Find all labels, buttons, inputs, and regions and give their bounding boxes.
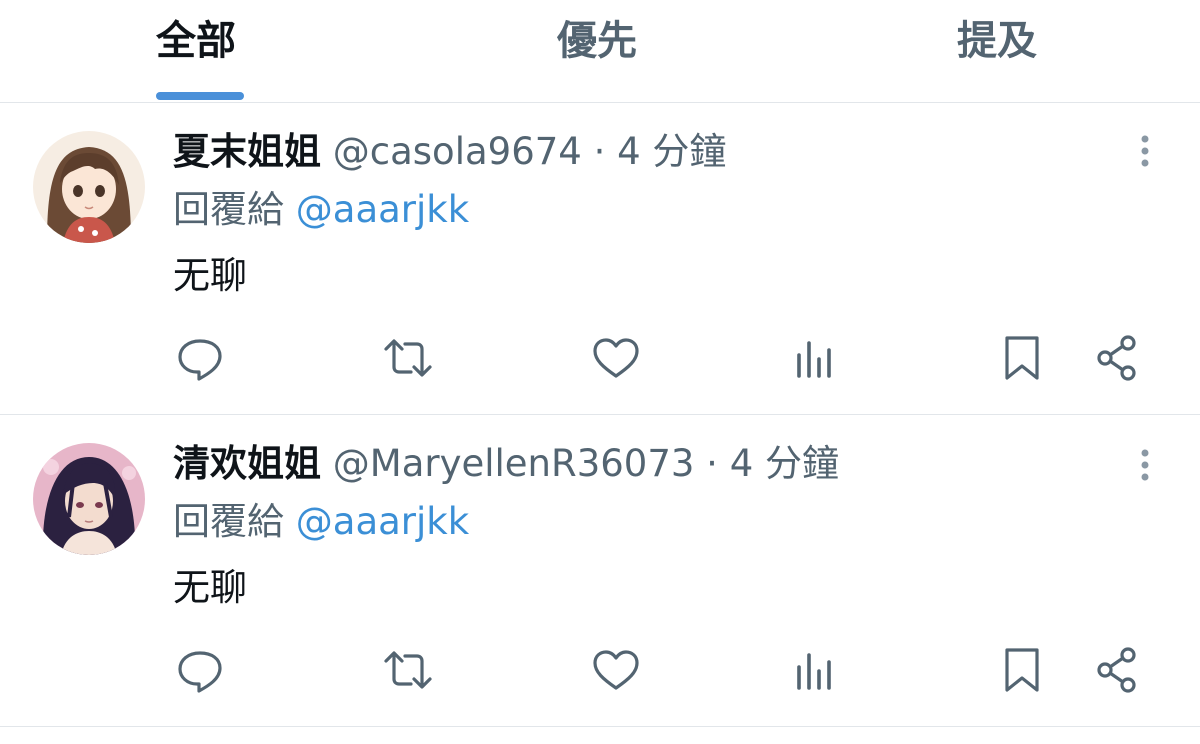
tweet-text: 无聊 (173, 566, 247, 609)
bookmark-icon[interactable] (997, 333, 1047, 383)
retweet-icon[interactable] (383, 333, 433, 383)
share-icon[interactable] (1092, 645, 1142, 695)
tab-priority[interactable]: 優先 (557, 16, 637, 66)
reply-icon[interactable] (175, 645, 225, 695)
user-handle[interactable]: @MaryellenR36073 (333, 442, 695, 485)
avatar[interactable] (33, 443, 145, 555)
like-icon[interactable] (591, 645, 641, 695)
more-options-icon[interactable] (1130, 445, 1160, 485)
tweet-item[interactable]: 清欢姐姐 @MaryellenR36073 · 4 分鐘 回覆給 @aaarjk… (0, 415, 1200, 727)
reply-mention[interactable]: @aaarjkk (296, 188, 469, 231)
share-icon[interactable] (1092, 333, 1142, 383)
tweet-header: 清欢姐姐 @MaryellenR36073 · 4 分鐘 (173, 441, 839, 487)
more-options-icon[interactable] (1130, 131, 1160, 171)
user-handle[interactable]: @casola9674 (333, 130, 582, 173)
separator: · (581, 130, 618, 173)
anime-girl-avatar-icon (33, 131, 145, 243)
display-name[interactable]: 清欢姐姐 (173, 442, 321, 485)
like-icon[interactable] (591, 333, 641, 383)
reply-icon[interactable] (175, 333, 225, 383)
tab-all[interactable]: 全部 (156, 16, 236, 66)
views-icon[interactable] (790, 645, 840, 695)
timestamp[interactable]: 4 分鐘 (730, 442, 839, 485)
views-icon[interactable] (790, 333, 840, 383)
reply-mention[interactable]: @aaarjkk (296, 500, 469, 543)
tweet-header: 夏末姐姐 @casola9674 · 4 分鐘 (173, 129, 726, 175)
avatar[interactable] (33, 131, 145, 243)
reply-prefix: 回覆給 (173, 500, 284, 543)
separator: · (694, 442, 730, 485)
tweet-item[interactable]: 夏末姐姐 @casola9674 · 4 分鐘 回覆給 @aaarjkk 无聊 (0, 103, 1200, 415)
notification-tabs: 全部 優先 提及 (0, 0, 1200, 103)
bookmark-icon[interactable] (997, 645, 1047, 695)
anime-boy-avatar-icon (33, 443, 145, 555)
timestamp[interactable]: 4 分鐘 (617, 130, 726, 173)
reply-context: 回覆給 @aaarjkk (173, 187, 469, 233)
tab-mentions[interactable]: 提及 (957, 16, 1037, 66)
active-tab-indicator (156, 92, 244, 100)
reply-context: 回覆給 @aaarjkk (173, 499, 469, 545)
display-name[interactable]: 夏末姐姐 (173, 130, 321, 173)
retweet-icon[interactable] (383, 645, 433, 695)
reply-prefix: 回覆給 (173, 188, 284, 231)
tweet-text: 无聊 (173, 254, 247, 297)
